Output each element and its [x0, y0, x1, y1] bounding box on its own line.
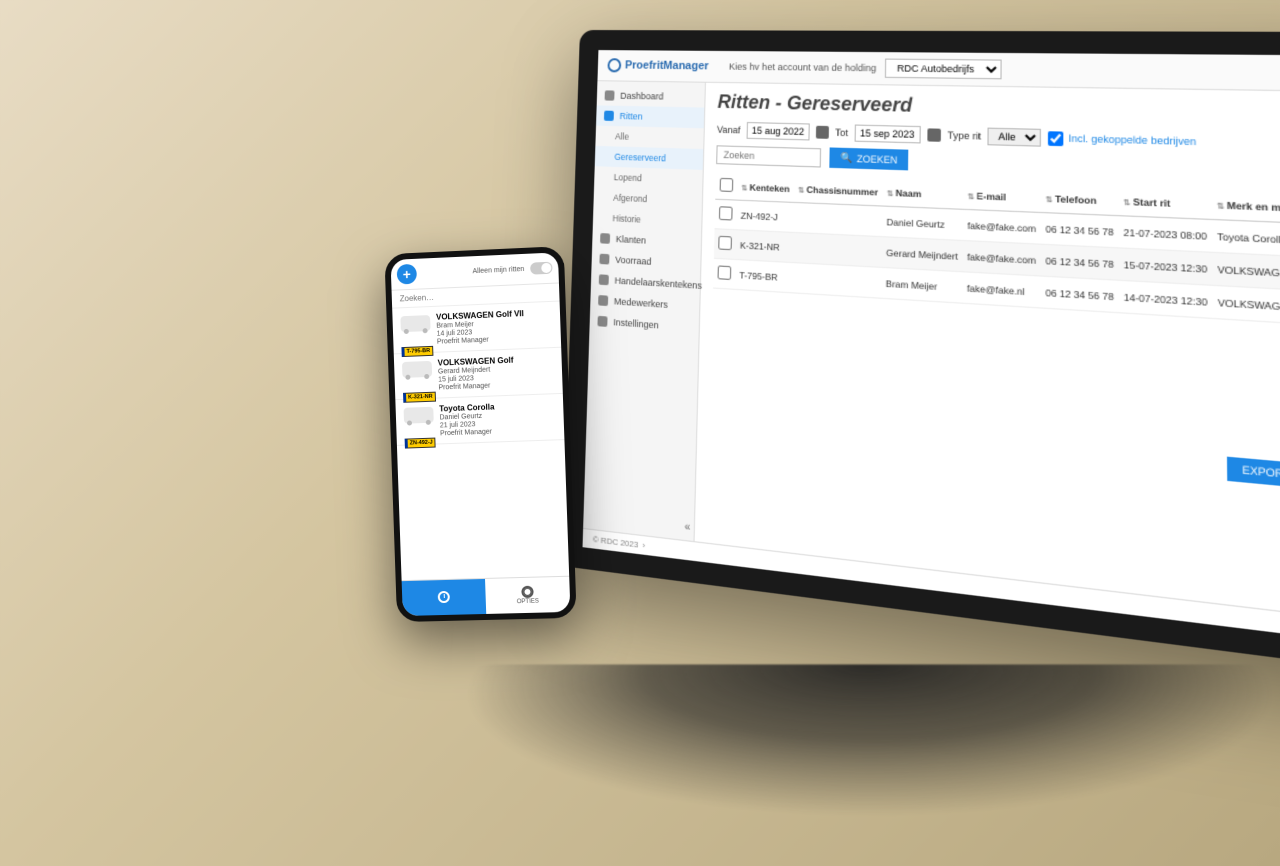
col-telefoon[interactable]: ⇅Telefoon — [1041, 184, 1119, 216]
stock-icon — [599, 254, 609, 265]
license-plate: T-795-BR — [401, 346, 433, 357]
app-name: ProefritManager — [625, 59, 709, 72]
add-ride-button[interactable]: + — [397, 264, 417, 285]
incl-bedrijven-checkbox[interactable]: Incl. gekoppelde bedrijven — [1048, 131, 1196, 149]
list-item[interactable]: T-795-BR VOLKSWAGEN Golf VII Bram Meijer… — [392, 302, 561, 355]
staff-icon — [598, 295, 608, 306]
col-email[interactable]: ⇅E-mail — [963, 181, 1041, 212]
logo-icon — [607, 58, 621, 72]
sidebar-collapse-icon[interactable]: « — [684, 521, 690, 534]
gear-icon — [597, 316, 607, 327]
col-kenteken[interactable]: ⇅Kenteken — [737, 173, 794, 202]
app-logo: ProefritManager — [607, 58, 709, 73]
laptop-keyboard — [344, 664, 1280, 817]
license-plate: ZN-492-J — [405, 438, 436, 449]
laptop-screen: ProefritManager Kies hv het account van … — [562, 30, 1280, 675]
col-chassis[interactable]: ⇅Chassisnummer — [794, 175, 883, 206]
vanaf-input[interactable] — [746, 122, 809, 140]
phone-screen: + Alleen mijn ritten T-795-BR VOLKSWAGEN… — [384, 246, 576, 622]
car-icon — [604, 111, 614, 121]
nav-rides[interactable] — [402, 579, 487, 616]
users-icon — [600, 233, 610, 244]
search-button[interactable]: 🔍 ZOEKEN — [829, 147, 908, 170]
chevron-right-icon: › — [642, 540, 645, 550]
clock-icon — [438, 591, 450, 603]
car-icon — [404, 407, 434, 424]
plate-icon — [599, 274, 609, 285]
col-startrit[interactable]: ⇅Start rit — [1118, 186, 1211, 219]
col-naam[interactable]: ⇅Naam — [882, 178, 963, 209]
tot-input[interactable] — [854, 125, 920, 144]
dashboard-icon — [605, 90, 615, 100]
tot-label: Tot — [835, 127, 848, 138]
search-input[interactable] — [716, 145, 821, 167]
col-checkbox[interactable] — [715, 172, 737, 200]
account-select[interactable]: RDC Autobedrijfs — [885, 59, 1002, 80]
sidebar-item-ritten[interactable]: Ritten — [596, 105, 704, 128]
rides-table: ⇅Kenteken ⇅Chassisnummer ⇅Naam ⇅E-mail ⇅… — [713, 172, 1280, 334]
phone-bottom-nav: OPTIES — [402, 576, 571, 616]
only-mine-toggle[interactable] — [530, 262, 553, 275]
vanaf-label: Vanaf — [717, 124, 741, 135]
export-csv-button[interactable]: EXPORTEER CSV — [1227, 457, 1280, 494]
car-icon — [400, 315, 430, 332]
page-title: Ritten - Gereserveerd — [717, 91, 1280, 126]
only-mine-label: Alleen mijn ritten — [472, 265, 524, 274]
search-icon: 🔍 — [840, 152, 852, 164]
type-label: Type rit — [947, 130, 981, 142]
phone-search-input[interactable] — [400, 288, 552, 304]
gear-icon — [521, 586, 533, 598]
sidebar-item-dashboard[interactable]: Dashboard — [597, 85, 705, 107]
main-content: Ritten - Gereserveerd Vanaf Tot Type rit… — [695, 83, 1280, 623]
account-label: Kies hv het account van de holding — [729, 61, 876, 73]
type-select[interactable]: Alle — [988, 128, 1042, 147]
license-plate: K-321-NR — [403, 392, 436, 403]
calendar-icon[interactable] — [927, 128, 941, 141]
calendar-icon[interactable] — [816, 126, 829, 139]
nav-options[interactable]: OPTIES — [485, 577, 570, 614]
car-icon — [402, 361, 432, 378]
sidebar: Dashboard Ritten Alle Gereserveerd Lopen… — [583, 81, 706, 541]
phone-ride-list: T-795-BR VOLKSWAGEN Golf VII Bram Meijer… — [392, 302, 569, 581]
